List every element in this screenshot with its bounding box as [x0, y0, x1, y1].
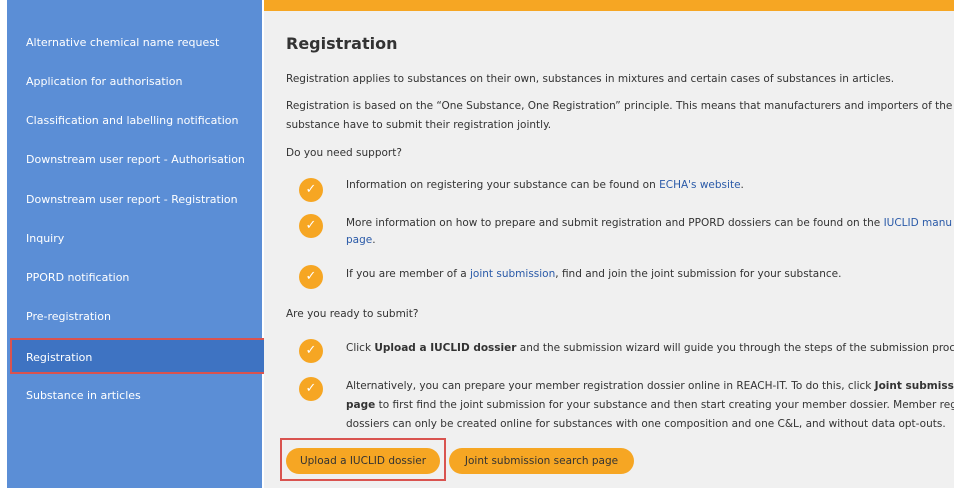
ready-item-1-end: and the submission wizard will guide you… — [516, 342, 954, 354]
ready-item-2: Alternatively, you can prepare your memb… — [346, 377, 954, 434]
support-heading: Do you need support? — [286, 147, 402, 159]
ready-item-2-bold2: page — [346, 399, 376, 411]
sidebar-nav: Alternative chemical name request Applic… — [7, 0, 268, 488]
intro-paragraph-2-line2: substance have to submit their registrat… — [286, 119, 552, 131]
upload-iuclid-dossier-button[interactable]: Upload a IUCLID dossier — [286, 448, 440, 474]
page-title: Registration — [286, 34, 398, 53]
ready-item-1-text: Click — [346, 342, 375, 354]
ready-item-2-line1: Alternatively, you can prepare your memb… — [346, 380, 875, 392]
check-icon: ✓ — [299, 214, 323, 238]
sidebar-item-alternative-chemical-name[interactable]: Alternative chemical name request — [12, 25, 262, 61]
support-item-3: If you are member of a joint submission,… — [346, 266, 841, 283]
iuclid-manual-page-link[interactable]: page — [346, 234, 372, 246]
iuclid-manual-link[interactable]: IUCLID manu — [884, 217, 952, 229]
support-item-1-text: Information on registering your substanc… — [346, 179, 660, 191]
main-panel: Registration Registration applies to sub… — [264, 0, 954, 488]
support-item-1-end: . — [740, 179, 744, 191]
sidebar-item-pre-registration[interactable]: Pre-registration — [12, 299, 262, 335]
sidebar-item-substance-in-articles[interactable]: Substance in articles — [12, 378, 262, 414]
support-item-2-end: . — [372, 234, 376, 246]
support-item-1: Information on registering your substanc… — [346, 177, 744, 194]
ready-heading: Are you ready to submit? — [286, 308, 419, 320]
check-icon: ✓ — [299, 377, 323, 401]
check-icon: ✓ — [299, 265, 323, 289]
sidebar-item-ppord-notification[interactable]: PPORD notification — [12, 260, 262, 296]
ready-item-2-bold1: Joint submission — [874, 380, 954, 392]
check-icon: ✓ — [299, 178, 323, 202]
sidebar-item-registration[interactable]: Registration — [10, 338, 268, 374]
sidebar-item-du-report-registration[interactable]: Downstream user report - Registration — [12, 182, 262, 218]
sidebar-item-du-report-authorisation[interactable]: Downstream user report - Authorisation — [12, 142, 262, 178]
ready-item-2-line3: dossiers can only be created online for … — [346, 418, 946, 430]
support-item-3-end: , find and join the joint submission for… — [555, 268, 842, 280]
ready-item-1: Click Upload a IUCLID dossier and the su… — [346, 340, 954, 357]
sidebar-item-application-authorisation[interactable]: Application for authorisation — [12, 64, 262, 100]
echa-website-link[interactable]: ECHA's website — [659, 179, 740, 191]
support-item-3-text: If you are member of a — [346, 268, 471, 280]
intro-paragraph-2-line1: Registration is based on the “One Substa… — [286, 100, 954, 112]
joint-submission-link[interactable]: joint submission — [470, 268, 555, 280]
ready-item-2-line2: to first find the joint submission for y… — [375, 399, 954, 411]
support-item-2-text: More information on how to prepare and s… — [346, 217, 884, 229]
joint-submission-search-button[interactable]: Joint submission search page — [449, 448, 634, 474]
sidebar-item-classification-labelling[interactable]: Classification and labelling notificatio… — [12, 103, 262, 139]
sidebar-item-inquiry[interactable]: Inquiry — [12, 221, 262, 257]
ready-item-1-bold: Upload a IUCLID dossier — [374, 342, 517, 354]
top-accent-bar — [264, 0, 954, 11]
support-item-2: More information on how to prepare and s… — [346, 215, 952, 249]
intro-paragraph-1: Registration applies to substances on th… — [286, 73, 895, 85]
check-icon: ✓ — [299, 339, 323, 363]
